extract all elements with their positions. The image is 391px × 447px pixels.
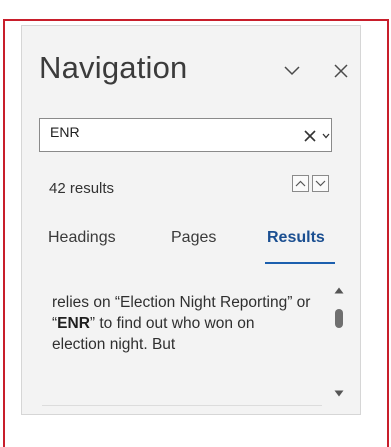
search-result-item[interactable]: relies on “Election Night Reporting” or … [42,284,324,408]
navigation-pane: Navigation 42 results [21,25,361,415]
triangle-down-icon [334,390,344,396]
next-result-button[interactable] [312,175,329,192]
results-count: 42 results [49,180,115,197]
scroll-up-button[interactable] [332,284,346,296]
close-icon [334,64,348,78]
caret-up-icon [295,180,306,187]
chevron-down-icon [284,66,300,76]
previous-result-button[interactable] [292,175,309,192]
active-tab-indicator [265,262,335,264]
caret-down-icon [315,180,326,187]
tab-headings[interactable]: Headings [48,229,116,247]
small-chevron-down-icon [322,133,330,139]
result-snippet-match: ENR [57,315,90,332]
pane-close-button[interactable] [328,58,354,84]
scroll-thumb[interactable] [335,309,343,328]
search-box [39,118,332,152]
result-snippet: relies on “Election Night Reporting” or … [42,284,312,355]
pane-options-button[interactable] [279,58,305,84]
search-options-dropdown[interactable] [320,129,332,143]
tab-pages[interactable]: Pages [171,229,216,247]
search-input[interactable] [40,119,280,151]
scroll-down-button[interactable] [332,387,346,399]
results-scrollbar[interactable] [331,281,347,403]
x-icon [304,130,316,142]
result-divider [42,405,322,406]
clear-search-button[interactable] [302,128,318,144]
triangle-up-icon [334,287,344,293]
tab-results[interactable]: Results [267,229,325,247]
pane-title: Navigation [39,50,188,85]
